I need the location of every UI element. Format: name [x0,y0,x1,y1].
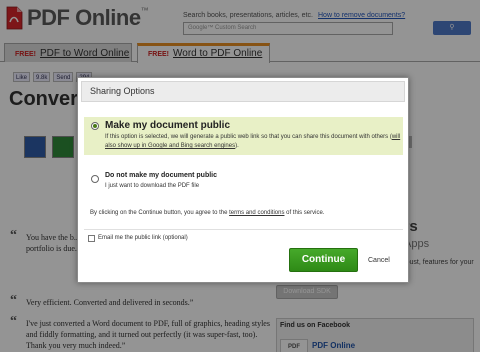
terms-notice: By clicking on the Continue button, you … [90,210,324,216]
continue-button[interactable]: Continue [289,248,358,272]
dialog-title: Sharing Options [90,86,155,96]
email-link-label[interactable]: Email me the public link (optional) [98,235,188,241]
email-link-checkbox[interactable] [88,235,95,242]
public-option-desc-text: If this option is selected, we will gene… [105,134,392,140]
terms-link[interactable]: terms and conditions [229,210,284,216]
private-option-description: I just want to download the PDF file [105,183,200,189]
private-option-radio[interactable] [91,175,99,183]
cancel-button[interactable]: Cancel [368,257,390,264]
sharing-options-dialog: Sharing Options Make my document public … [77,77,409,283]
terms-text-end: of this service. [284,210,325,216]
public-option-description: If this option is selected, we will gene… [105,133,405,151]
public-option-radio[interactable] [91,122,99,130]
public-option-desc-end: ). [235,143,239,149]
dialog-divider [84,229,403,230]
terms-text: By clicking on the Continue button, you … [90,210,230,216]
public-option-title[interactable]: Make my document public [105,120,230,131]
private-option-title[interactable]: Do not make my document public [105,172,217,179]
dialog-header: Sharing Options [81,81,405,102]
